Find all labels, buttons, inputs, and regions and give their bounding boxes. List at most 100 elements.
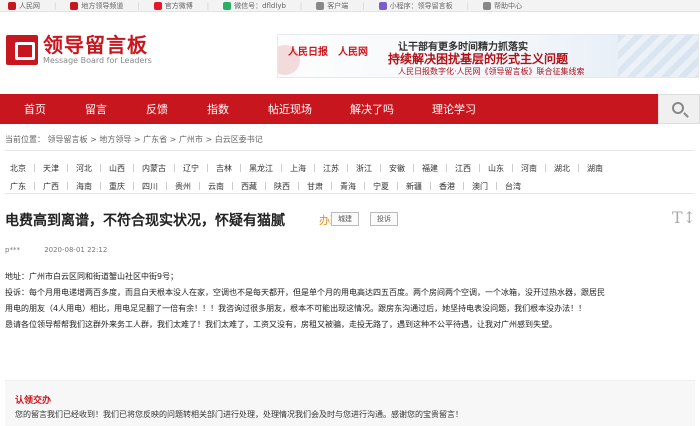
header-banner[interactable]: 人民日报 人民网 让干部有更多时间精力抓落实 持续解决困扰基层的形式主义问题 人… xyxy=(277,34,699,78)
nav-item-messages[interactable]: 留言 xyxy=(85,101,107,117)
province-link[interactable]: 黑龙江 xyxy=(249,163,273,174)
site-logo[interactable]: 领导留言板 Message Board for Leaders xyxy=(6,34,152,66)
province-link[interactable]: 云南 xyxy=(208,181,224,192)
nav-item-on-site[interactable]: 帖近现场 xyxy=(268,101,312,117)
province-link[interactable]: 宁夏 xyxy=(373,181,389,192)
official-reply: 认领交办 您的留言我们已经收到！我们已将您反映的问题转相关部门进行处理，处理情况… xyxy=(5,380,695,426)
category-tag[interactable]: 城建 xyxy=(331,212,359,226)
mobile-app-icon xyxy=(316,1,325,10)
province-link[interactable]: 江苏 xyxy=(323,163,339,174)
topbar-link[interactable]: 客户端 xyxy=(316,1,348,11)
province-separator xyxy=(496,182,497,190)
font-size-icon[interactable]: T↕ xyxy=(672,208,696,227)
topbar-separator: | xyxy=(466,1,469,10)
province-link[interactable]: 海南 xyxy=(76,181,92,192)
province-link[interactable]: 广西 xyxy=(43,181,59,192)
province-link[interactable]: 山东 xyxy=(488,163,504,174)
search-button[interactable] xyxy=(658,94,700,124)
province-link[interactable]: 重庆 xyxy=(109,181,125,192)
province-separator xyxy=(100,164,101,172)
type-tag[interactable]: 投诉 xyxy=(370,212,398,226)
post-title-row: 电费高到离谱，不符合现实状况，怀疑有猫腻 办理中 城建 投诉 T↕ xyxy=(0,194,700,234)
province-row: 广东 广西 海南 重庆 四川 贵州 云南 西藏 陕西 甘肃 青海 宁夏 新疆 香港 澳门 台湾 xyxy=(10,177,695,195)
province-link[interactable]: 贵州 xyxy=(175,181,191,192)
province-link[interactable]: 新疆 xyxy=(406,181,422,192)
province-link[interactable]: 湖北 xyxy=(554,163,570,174)
province-link[interactable]: 甘肃 xyxy=(307,181,323,192)
post-body-line: 投诉：每个月用电递增两百多度，而且白天根本没人在家，空调也不是每天都开，但是单个… xyxy=(5,288,605,297)
topbar-link-label: 人民网 xyxy=(19,1,40,10)
province-link[interactable]: 辽宁 xyxy=(183,163,199,174)
post-body: 地址：广州市白云区同和街道蟹山社区中街9号； 投诉：每个月用电递增两百多度，而且… xyxy=(0,269,700,333)
province-separator xyxy=(545,164,546,172)
province-separator xyxy=(298,182,299,190)
province-link[interactable]: 江西 xyxy=(455,163,471,174)
province-link[interactable]: 台湾 xyxy=(505,181,521,192)
topbar-link[interactable]: 地方领导频道 xyxy=(70,1,123,11)
province-link[interactable]: 湖南 xyxy=(587,163,603,174)
province-separator xyxy=(430,182,431,190)
province-link[interactable]: 安徽 xyxy=(389,163,405,174)
weibo-icon xyxy=(153,1,162,10)
nav-item-index[interactable]: 指数 xyxy=(207,101,229,117)
province-separator xyxy=(174,164,175,172)
province-link[interactable]: 浙江 xyxy=(356,163,372,174)
help-icon xyxy=(482,1,491,10)
province-link[interactable]: 青海 xyxy=(340,181,356,192)
wechat-icon xyxy=(223,1,232,10)
province-separator xyxy=(67,164,68,172)
site-header: 领导留言板 Message Board for Leaders 人民日报 人民网… xyxy=(0,12,700,82)
province-link[interactable]: 山西 xyxy=(109,163,125,174)
nav-item-theory[interactable]: 理论学习 xyxy=(432,101,476,117)
province-separator xyxy=(207,164,208,172)
topbar-separator: | xyxy=(54,1,57,10)
province-row: 北京 天津 河北 山西 内蒙古 辽宁 吉林 黑龙江 上海 江苏 浙江 安徽 福建 江西 山东 河南 湖北 湖南 xyxy=(10,159,695,177)
province-link[interactable]: 河北 xyxy=(76,163,92,174)
province-link[interactable]: 福建 xyxy=(422,163,438,174)
topbar-separator: | xyxy=(137,1,140,10)
mini-program-icon xyxy=(378,1,387,10)
topbar-separator: | xyxy=(299,1,303,10)
province-link[interactable]: 西藏 xyxy=(241,181,257,192)
topbar-link[interactable]: 人民网 xyxy=(8,1,40,11)
province-link[interactable]: 广东 xyxy=(10,181,26,192)
topbar-link[interactable]: 小程序：领导留言板 xyxy=(378,1,453,11)
banner-line-2: 持续解决困扰基层的形式主义问题 xyxy=(388,52,569,66)
nav-item-solved[interactable]: 解决了吗 xyxy=(350,101,394,117)
province-separator xyxy=(413,164,414,172)
topbar-link[interactable]: 官方微博 xyxy=(153,1,193,11)
province-link[interactable]: 陕西 xyxy=(274,181,290,192)
province-separator xyxy=(34,182,35,190)
topbar-link-label: 官方微博 xyxy=(164,1,193,10)
reply-text: 您的留言我们已经收到！我们已将您反映的问题转相关部门进行处理，处理情况我们会及时… xyxy=(15,410,463,419)
province-separator xyxy=(479,164,480,172)
province-separator xyxy=(199,182,200,190)
province-separator xyxy=(446,164,447,172)
province-link[interactable]: 河南 xyxy=(521,163,537,174)
province-link[interactable]: 澳门 xyxy=(472,181,488,192)
province-separator xyxy=(512,164,513,172)
province-list: 北京 天津 河北 山西 内蒙古 辽宁 吉林 黑龙江 上海 江苏 浙江 安徽 福建 江西 山东 河南 湖北 湖南 广… xyxy=(5,150,695,194)
province-link[interactable]: 香港 xyxy=(439,181,455,192)
topbar-link[interactable]: 微信号：dfldlyb xyxy=(223,1,286,11)
nav-item-home[interactable]: 首页 xyxy=(24,101,46,117)
province-separator xyxy=(67,182,68,190)
topbar-link-label: 地方领导频道 xyxy=(81,1,124,10)
province-separator xyxy=(166,182,167,190)
province-link[interactable]: 四川 xyxy=(142,181,158,192)
province-link[interactable]: 内蒙古 xyxy=(142,163,166,174)
province-separator xyxy=(364,182,365,190)
province-link[interactable]: 吉林 xyxy=(216,163,232,174)
people-daily-icon xyxy=(8,1,16,10)
province-separator xyxy=(232,182,233,190)
province-link[interactable]: 天津 xyxy=(43,163,59,174)
nav-item-feedback[interactable]: 反馈 xyxy=(146,101,168,117)
logo-subtitle: Message Board for Leaders xyxy=(43,56,152,65)
topbar-link[interactable]: 帮助中心 xyxy=(482,1,522,11)
post-date: 2020-08-01 22:12 xyxy=(44,246,108,254)
province-separator xyxy=(380,164,381,172)
province-link[interactable]: 北京 xyxy=(10,163,26,174)
breadcrumb: 当前位置： 领导留言板 > 地方领导 > 广东省 > 广州市 > 白云区委书记 xyxy=(5,135,263,144)
province-link[interactable]: 上海 xyxy=(290,163,306,174)
post-body-line: 用电的朋友（4人用电）相比，用电足足翻了一倍有余！！！我咨询过很多朋友，根本不可… xyxy=(5,304,587,313)
